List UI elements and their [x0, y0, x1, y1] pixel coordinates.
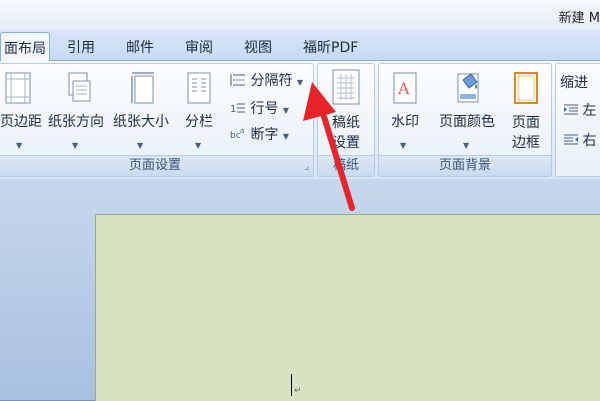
annotation-arrow-icon	[303, 82, 355, 211]
